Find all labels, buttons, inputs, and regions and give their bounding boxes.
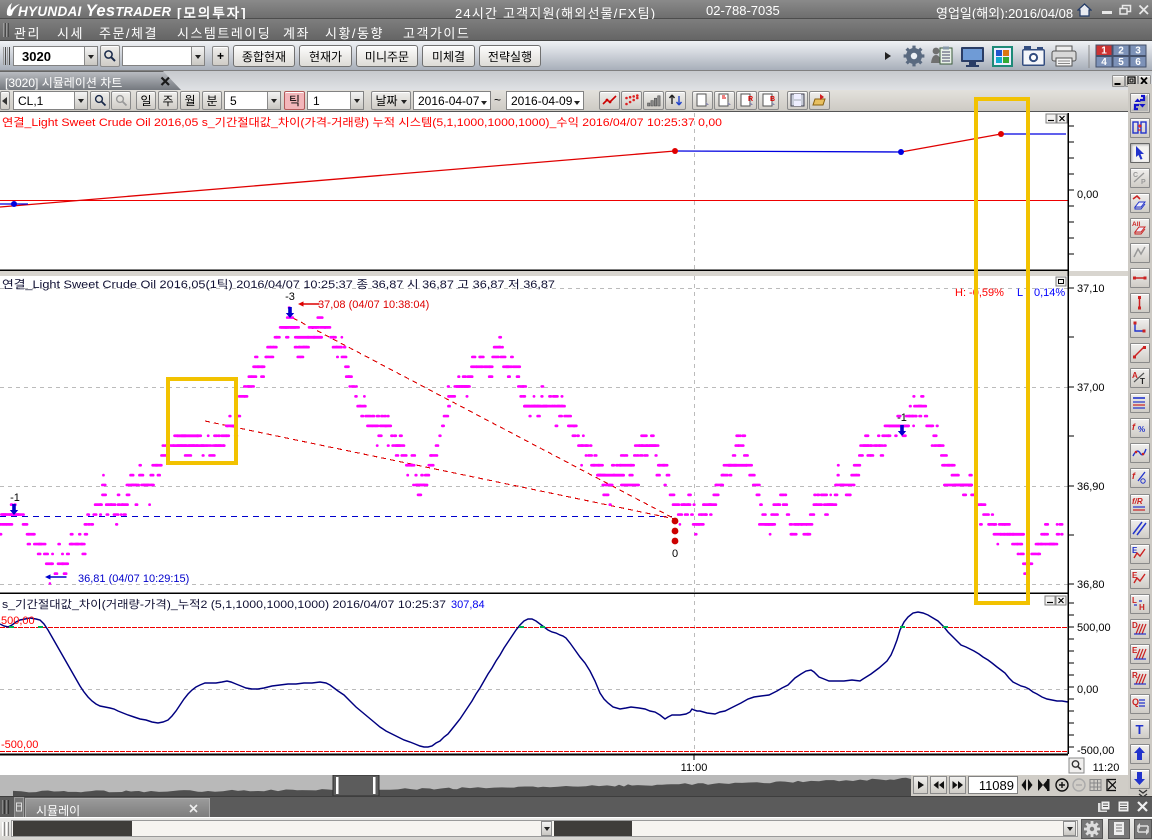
svg-text:-1: -1 — [10, 492, 20, 504]
svg-text:5: 5 — [1118, 57, 1124, 68]
svg-text:0,00: 0,00 — [1077, 684, 1098, 696]
svg-text:T: T — [1136, 722, 1144, 737]
svg-text:307,84: 307,84 — [451, 599, 485, 611]
svg-text:연결_Light Sweet Crude Oil 2016,: 연결_Light Sweet Crude Oil 2016,05 s_기간절대값… — [2, 116, 722, 129]
svg-text:11:00: 11:00 — [681, 762, 708, 774]
svg-text:-500,00: -500,00 — [1077, 745, 1114, 757]
svg-text:-3: -3 — [285, 291, 295, 303]
svg-text:36,80: 36,80 — [1077, 579, 1105, 591]
svg-text:3: 3 — [1135, 46, 1141, 57]
svg-text:연결_Light Sweet Crude Oil 2016,: 연결_Light Sweet Crude Oil 2016,05(1틱) 201… — [2, 278, 555, 291]
svg-text:36,90: 36,90 — [1077, 481, 1105, 493]
svg-text:-500,00: -500,00 — [1, 739, 38, 751]
svg-text:37,10: 37,10 — [1077, 283, 1105, 295]
svg-text:f/R: f/R — [1132, 497, 1143, 506]
svg-text:36,81 (04/07 10:29:15): 36,81 (04/07 10:29:15) — [78, 573, 189, 585]
svg-text:11:20: 11:20 — [1093, 762, 1120, 774]
svg-text:Q: Q — [1132, 697, 1139, 707]
svg-text:f: f — [1132, 422, 1136, 432]
svg-text:1: 1 — [1101, 46, 1107, 57]
svg-text:C: C — [1133, 172, 1138, 179]
svg-text:37,00: 37,00 — [1077, 382, 1105, 394]
svg-text:0,00: 0,00 — [1077, 189, 1098, 201]
svg-text:P: P — [1141, 179, 1146, 186]
svg-text:6: 6 — [1135, 57, 1141, 68]
svg-text:T: T — [1140, 377, 1145, 386]
svg-text:2: 2 — [1118, 46, 1124, 57]
svg-text:-1: -1 — [897, 412, 907, 424]
svg-text:500,00: 500,00 — [1, 615, 35, 627]
svg-text:0: 0 — [672, 548, 678, 560]
svg-text:37,08 (04/07 10:38:04): 37,08 (04/07 10:38:04) — [318, 299, 429, 311]
svg-text:B: B — [770, 96, 775, 103]
svg-text:R: R — [1132, 671, 1138, 680]
svg-text:4: 4 — [1101, 57, 1107, 68]
svg-text:H: H — [1139, 603, 1145, 612]
svg-text:L: L — [1132, 596, 1137, 605]
svg-text:E: E — [1132, 646, 1138, 655]
svg-text:0,14%: 0,14% — [1034, 287, 1065, 299]
svg-text:500,00: 500,00 — [1077, 622, 1111, 634]
svg-text:D: D — [1132, 621, 1138, 630]
svg-text:f: f — [1132, 471, 1136, 481]
svg-text:R: R — [748, 96, 753, 103]
svg-text:s_기간절대값_차이(거래량-가격)_누적2 (5,1,1: s_기간절대값_차이(거래량-가격)_누적2 (5,1,1000,1000,10… — [2, 598, 446, 611]
svg-text:%: % — [1138, 425, 1145, 434]
